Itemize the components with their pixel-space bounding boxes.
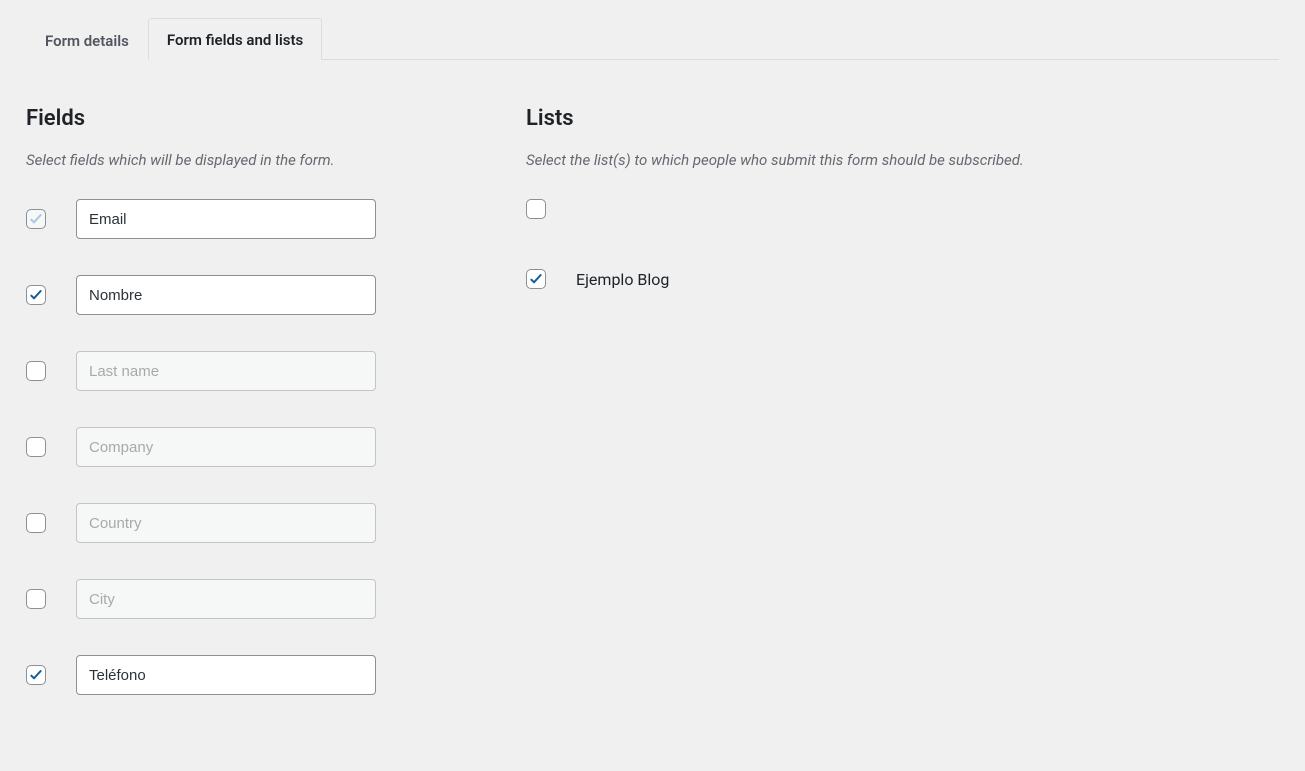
field-label-input[interactable] <box>76 655 376 695</box>
field-checkbox[interactable] <box>26 589 46 609</box>
field-checkbox <box>26 209 46 229</box>
field-checkbox[interactable] <box>26 513 46 533</box>
field-row <box>26 655 446 695</box>
field-row <box>26 427 446 467</box>
tabs: Form details Form fields and lists <box>26 18 1279 60</box>
field-label-input[interactable] <box>76 199 376 239</box>
fields-title: Fields <box>26 106 446 131</box>
field-label-input <box>76 427 376 467</box>
field-label-input[interactable] <box>76 275 376 315</box>
list-row: Ejemplo Blog <box>526 269 1279 289</box>
field-label-input <box>76 351 376 391</box>
field-row <box>26 503 446 543</box>
lists-column: Lists Select the list(s) to which people… <box>526 106 1279 731</box>
list-checkbox[interactable] <box>526 199 546 219</box>
field-label-input <box>76 579 376 619</box>
fields-help: Select fields which will be displayed in… <box>26 151 446 169</box>
field-label-input <box>76 503 376 543</box>
field-row <box>26 579 446 619</box>
list-checkbox[interactable] <box>526 269 546 289</box>
lists-title: Lists <box>526 106 1279 131</box>
list-label: Ejemplo Blog <box>576 270 669 289</box>
field-checkbox[interactable] <box>26 285 46 305</box>
field-row <box>26 199 446 239</box>
field-checkbox[interactable] <box>26 437 46 457</box>
list-row <box>526 199 1279 219</box>
tab-form-fields-and-lists[interactable]: Form fields and lists <box>148 18 322 60</box>
field-row <box>26 275 446 315</box>
lists-help: Select the list(s) to which people who s… <box>526 151 1279 169</box>
tab-form-details[interactable]: Form details <box>26 19 148 60</box>
fields-column: Fields Select fields which will be displ… <box>26 106 446 731</box>
field-checkbox[interactable] <box>26 665 46 685</box>
field-checkbox[interactable] <box>26 361 46 381</box>
field-row <box>26 351 446 391</box>
